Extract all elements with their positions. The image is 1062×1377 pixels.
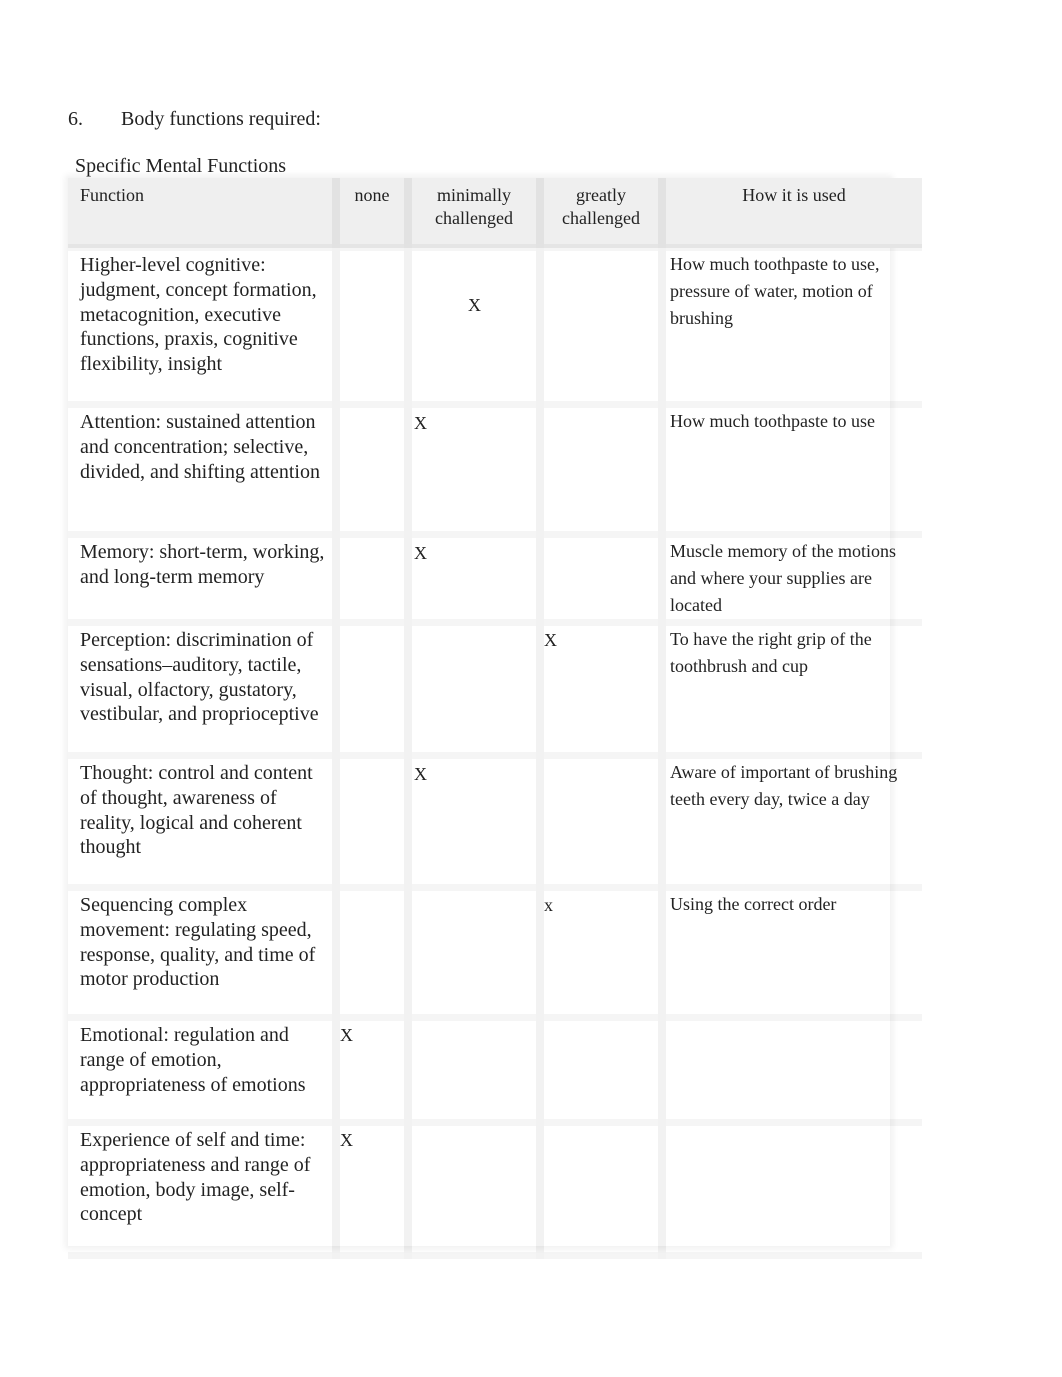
greatly-cell xyxy=(540,534,666,626)
table-row: Thought: control and content of thought,… xyxy=(68,755,922,891)
greatly-cell: X xyxy=(540,622,666,759)
none-cell xyxy=(336,404,412,538)
function-cell: Perception: discrimination of sensations… xyxy=(68,622,340,759)
header-how-it-is-used: How it is used xyxy=(662,178,922,251)
function-cell: Experience of self and time: appropriate… xyxy=(68,1122,340,1259)
how-cell: Using the correct order xyxy=(662,887,922,1021)
function-cell: Higher-level cognitive: judgment, concep… xyxy=(68,247,340,408)
function-cell: Thought: control and content of thought,… xyxy=(68,755,340,891)
greatly-cell xyxy=(540,247,666,408)
table-row: Perception: discrimination of sensations… xyxy=(68,622,922,759)
table-row: Experience of self and time: appropriate… xyxy=(68,1122,922,1259)
none-cell: X xyxy=(336,1017,412,1126)
function-cell: Emotional: regulation and range of emoti… xyxy=(68,1017,340,1126)
greatly-cell xyxy=(540,1122,666,1259)
minimally-cell: X xyxy=(408,534,544,626)
none-cell xyxy=(336,247,412,408)
greatly-cell xyxy=(540,1017,666,1126)
header-none: none xyxy=(336,178,412,251)
table-row: Sequencing complex movement: regulating … xyxy=(68,887,922,1021)
table-row: Emotional: regulation and range of emoti… xyxy=(68,1017,922,1126)
greatly-cell xyxy=(540,755,666,891)
mental-functions-table: Function none minimally challenged great… xyxy=(68,178,922,1259)
header-greatly-challenged: greatly challenged xyxy=(540,178,666,251)
table-caption: Specific Mental Functions xyxy=(75,155,287,177)
how-cell xyxy=(662,1122,922,1259)
minimally-cell xyxy=(408,1017,544,1126)
greatly-cell: x xyxy=(540,887,666,1021)
how-cell: Muscle memory of the motions and where y… xyxy=(662,534,922,626)
none-cell xyxy=(336,887,412,1021)
how-cell: How much toothpaste to use xyxy=(662,404,922,538)
none-cell: X xyxy=(336,1122,412,1259)
greatly-cell xyxy=(540,404,666,538)
how-cell: Aware of important of brushing teeth eve… xyxy=(662,755,922,891)
how-cell: To have the right grip of the toothbrush… xyxy=(662,622,922,759)
minimally-cell: X xyxy=(408,404,544,538)
table-header-row: Function none minimally challenged great… xyxy=(68,178,922,251)
function-cell: Sequencing complex movement: regulating … xyxy=(68,887,340,1021)
header-function: Function xyxy=(68,178,340,251)
table-row: Memory: short-term, working, and long-te… xyxy=(68,534,922,626)
minimally-cell xyxy=(408,887,544,1021)
none-cell xyxy=(336,622,412,759)
how-cell: How much toothpaste to use, pressure of … xyxy=(662,247,922,408)
header-minimally-challenged: minimally challenged xyxy=(408,178,544,251)
section-title: Body functions required: xyxy=(121,108,321,130)
how-cell xyxy=(662,1017,922,1126)
none-cell xyxy=(336,534,412,626)
function-cell: Memory: short-term, working, and long-te… xyxy=(68,534,340,626)
table-row: Attention: sustained attention and conce… xyxy=(68,404,922,538)
function-cell: Attention: sustained attention and conce… xyxy=(68,404,340,538)
none-cell xyxy=(336,755,412,891)
minimally-cell: X xyxy=(408,247,544,408)
section-number: 6. xyxy=(68,108,83,130)
minimally-cell: X xyxy=(408,755,544,891)
table-row: Higher-level cognitive: judgment, concep… xyxy=(68,247,922,408)
minimally-cell xyxy=(408,1122,544,1259)
section-heading: 6. Body functions required: xyxy=(68,108,321,131)
minimally-cell xyxy=(408,622,544,759)
